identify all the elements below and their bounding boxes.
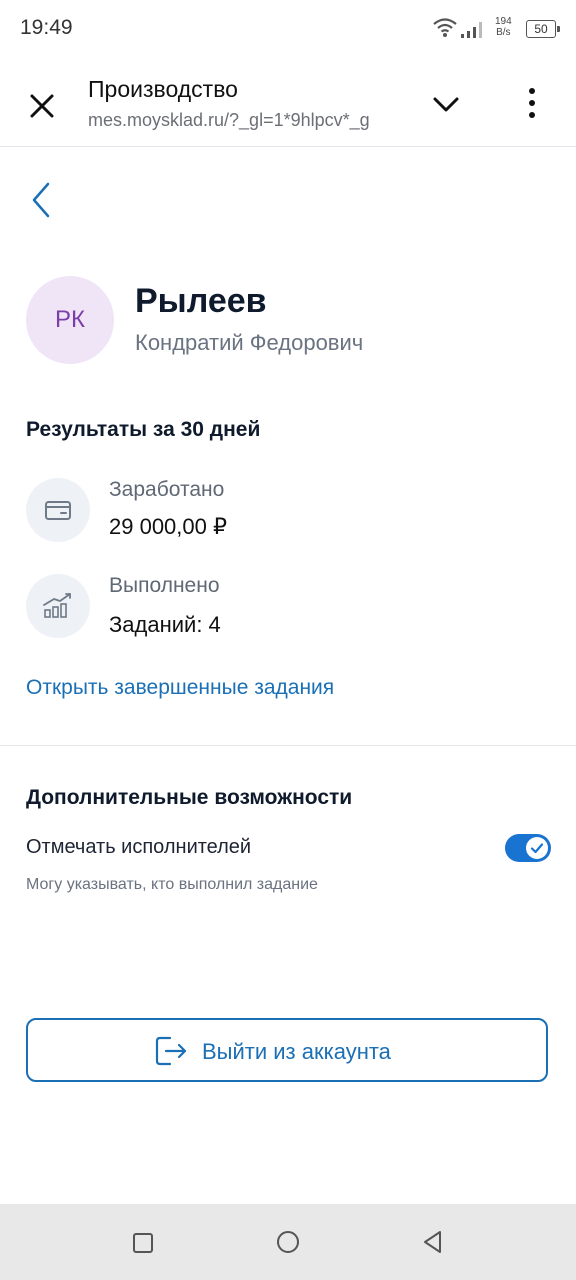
page-title: Производство	[88, 76, 238, 102]
results-heading: Результаты за 30 дней	[26, 418, 261, 441]
mark-performers-toggle[interactable]	[505, 834, 551, 862]
nav-back-icon[interactable]	[420, 1229, 446, 1255]
home-icon[interactable]	[276, 1230, 300, 1254]
open-completed-tasks-link[interactable]: Открыть завершенные задания	[26, 676, 334, 700]
avatar: РК	[26, 276, 114, 364]
mark-performers-description: Могу указывать, кто выполнил задание	[26, 876, 318, 893]
check-icon	[530, 843, 544, 854]
done-value: Заданий: 4	[109, 612, 221, 637]
toggle-knob	[526, 837, 548, 859]
profile-first-name: Кондратий Федорович	[135, 330, 364, 355]
browser-toolbar	[0, 60, 576, 147]
chevron-down-icon[interactable]	[430, 88, 462, 120]
extra-features-heading: Дополнительные возможности	[26, 786, 353, 809]
wallet-icon	[26, 478, 90, 542]
close-icon[interactable]	[24, 88, 60, 124]
more-vertical-icon[interactable]	[520, 86, 544, 120]
back-arrow-icon[interactable]	[26, 180, 58, 220]
network-speed-value: 194	[495, 16, 512, 27]
section-divider	[0, 745, 576, 746]
network-speed-unit: B/s	[496, 27, 511, 38]
earned-value: 29 000,00 ₽	[109, 514, 227, 539]
bar-chart-icon	[26, 574, 90, 638]
done-label: Выполнено	[109, 574, 220, 597]
profile-last-name: Рылеев	[135, 282, 267, 320]
recent-apps-icon[interactable]	[132, 1232, 154, 1254]
battery-indicator: 50	[526, 20, 560, 38]
logout-label: Выйти из аккаунта	[202, 1039, 391, 1064]
logout-icon	[155, 1036, 187, 1066]
system-nav-bar	[0, 1204, 576, 1280]
network-speed: 194 B/s	[495, 16, 512, 38]
mark-performers-label: Отмечать исполнителей	[26, 836, 252, 858]
status-time: 19:49	[20, 16, 73, 39]
wifi-icon	[433, 18, 457, 37]
earned-label: Заработано	[109, 478, 225, 501]
signal-icon	[461, 22, 482, 38]
status-bar: 19:49 194 B/s 50	[0, 0, 576, 60]
logout-button[interactable]: Выйти из аккаунта	[26, 1018, 548, 1082]
page-url[interactable]: mes.moysklad.ru/?_gl=1*9hlpcv*_g	[88, 110, 404, 131]
